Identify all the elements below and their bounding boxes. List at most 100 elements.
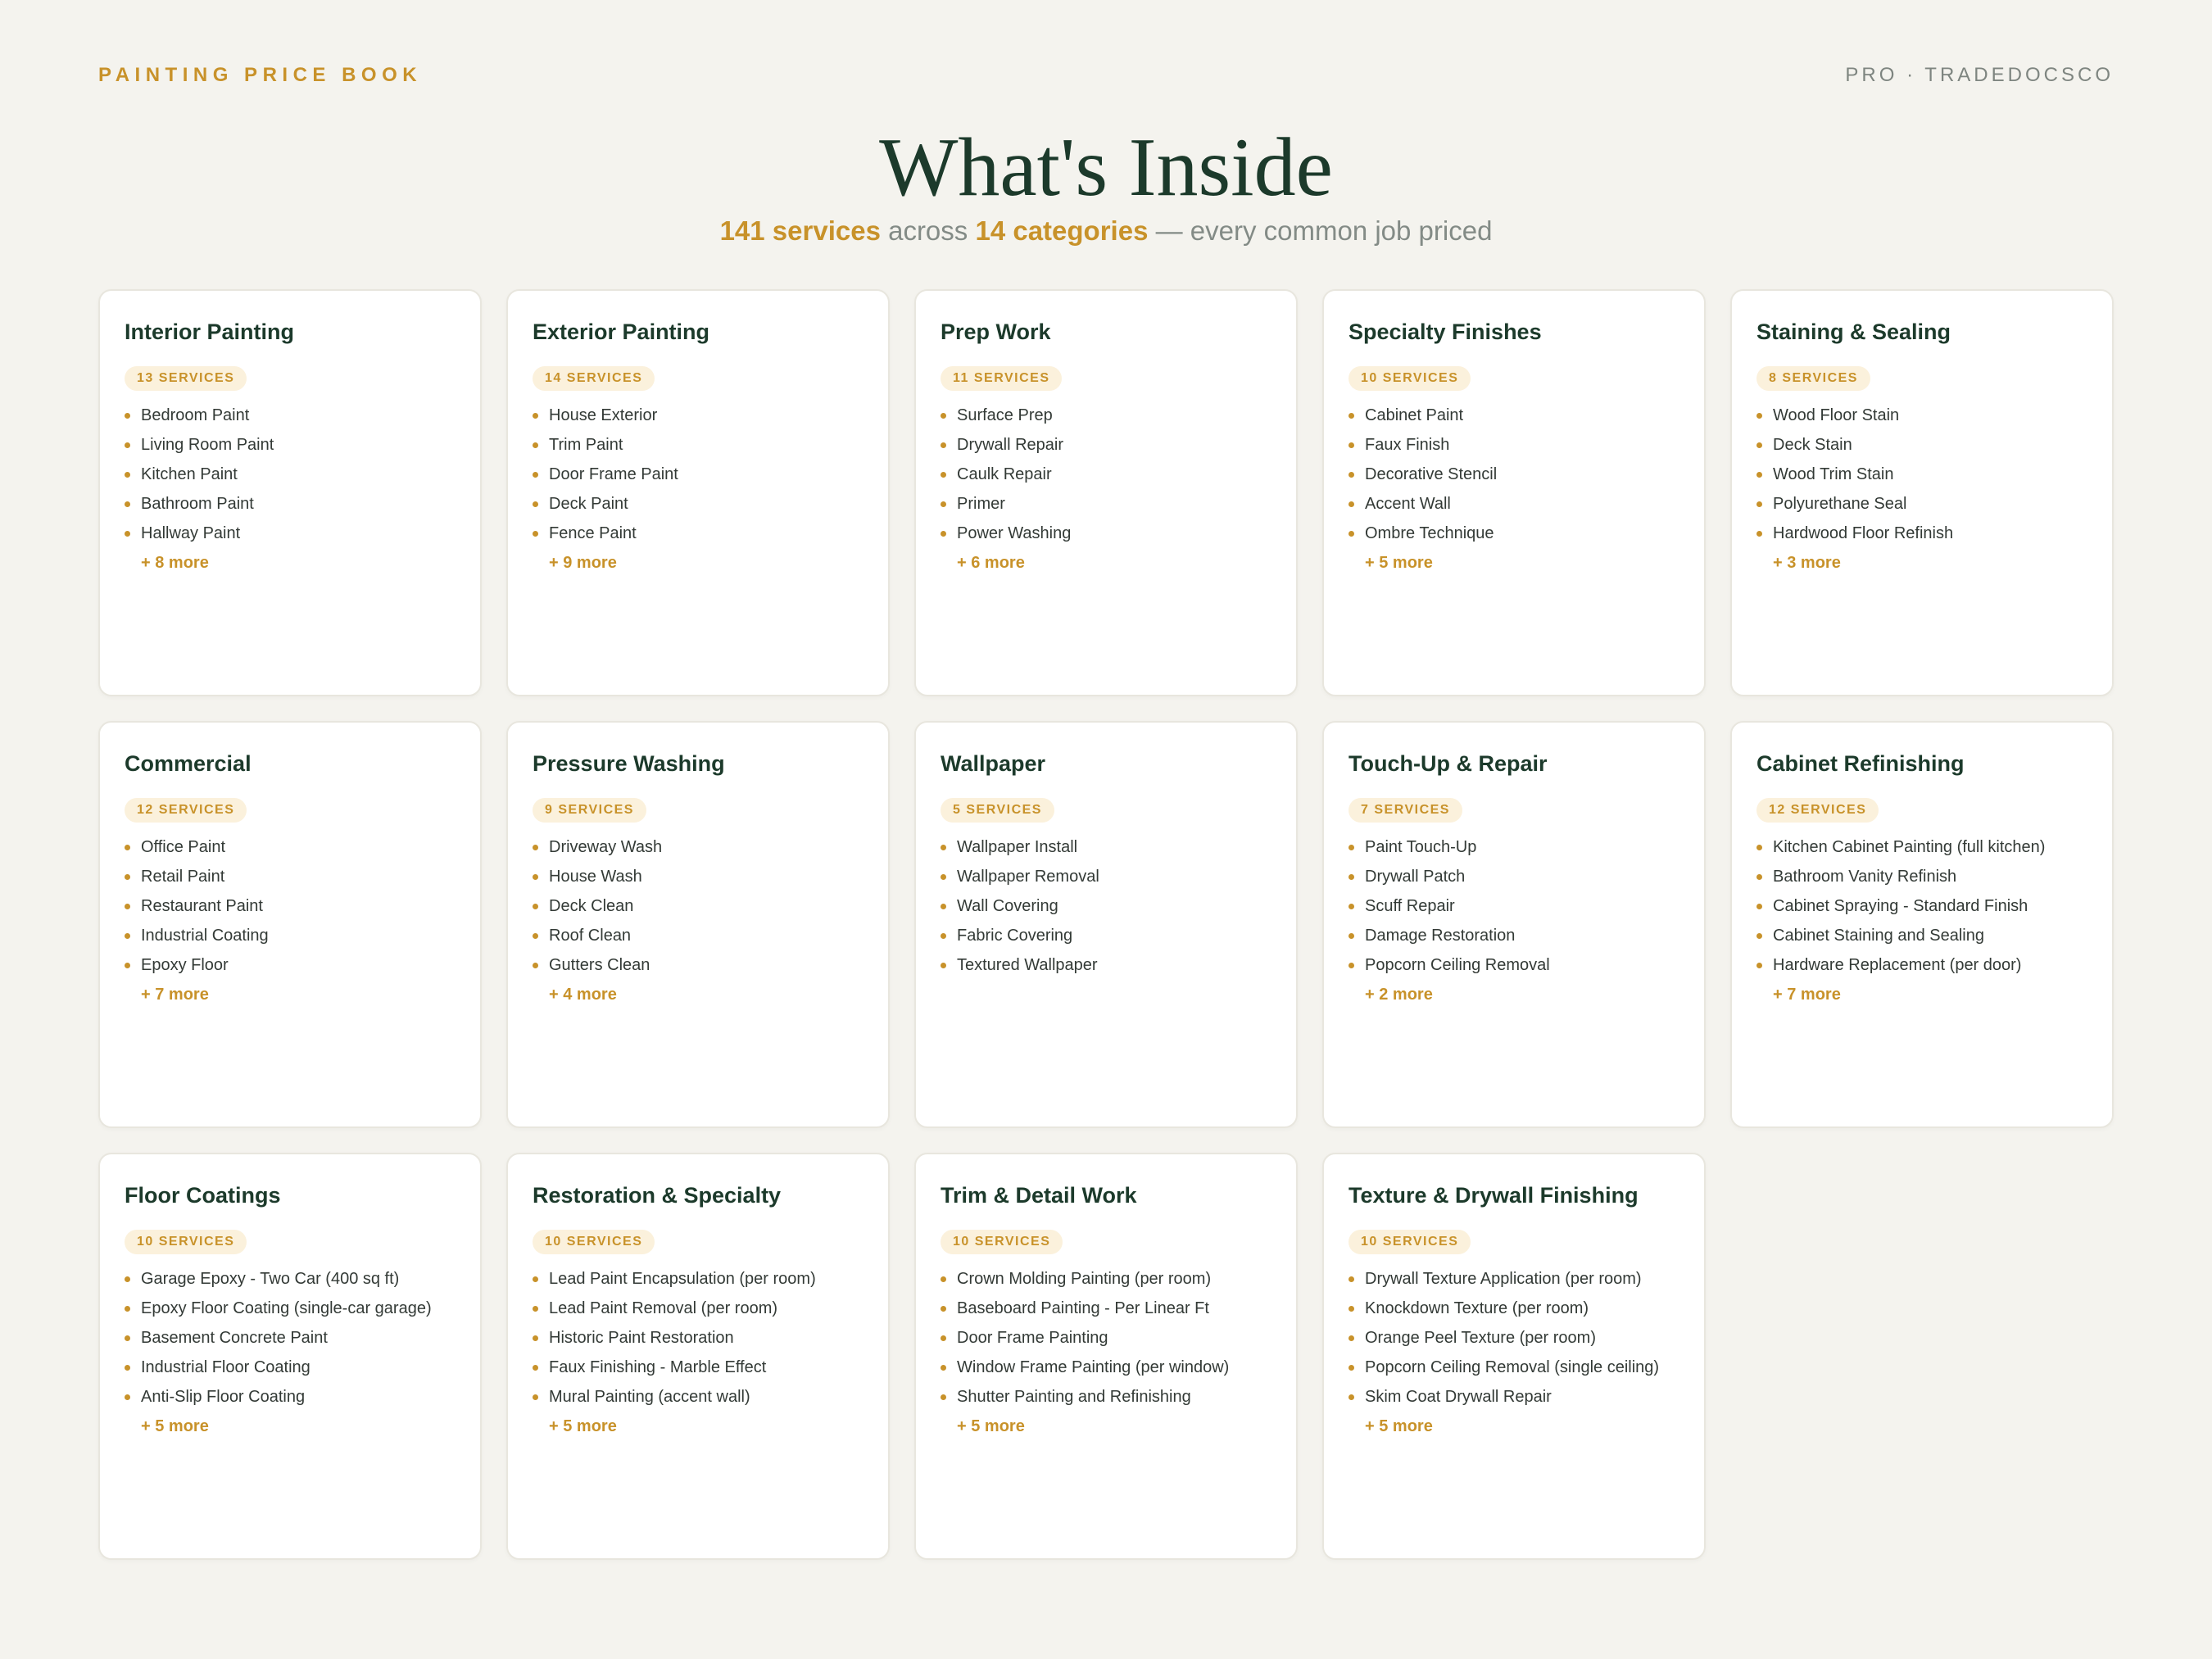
more-services-link: + 3 more (1773, 554, 1841, 572)
service-item: Industrial Floor Coating (125, 1353, 456, 1382)
service-item: Bedroom Paint (125, 401, 456, 430)
more-services-link: + 5 more (957, 1417, 1025, 1435)
category-card: Texture & Drywall Finishing 10 SERVICES Dr… (1322, 1153, 1706, 1560)
category-card: Commercial 12 SERVICES Office Paint Retail … (98, 721, 482, 1128)
more-services-link: + 5 more (549, 1417, 617, 1435)
more-services-link: + 5 more (141, 1417, 209, 1435)
page-title: What's Inside (879, 121, 1333, 214)
services-count-badge: 10 SERVICES (941, 1230, 1063, 1254)
service-item: Deck Clean (533, 891, 863, 921)
service-item: Wallpaper Install (941, 832, 1271, 862)
service-item: Decorative Stencil (1349, 460, 1679, 489)
service-item: Basement Concrete Paint (125, 1323, 456, 1353)
more-services-link: + 2 more (1365, 986, 1433, 1004)
service-item: Epoxy Floor Coating (single-car garage) (125, 1294, 456, 1323)
service-item: Office Paint (125, 832, 456, 862)
category-card: Touch-Up & Repair 7 SERVICES Paint Touch-U… (1322, 721, 1706, 1128)
service-item: Caulk Repair (941, 460, 1271, 489)
service-item: Trim Paint (533, 430, 863, 460)
service-item: Door Frame Paint (533, 460, 863, 489)
services-count-badge: 12 SERVICES (125, 798, 247, 823)
service-item: Restaurant Paint (125, 891, 456, 921)
brand-label: PRO · TRADEDOCSCO (1845, 64, 2114, 86)
more-services-link: + 8 more (141, 554, 209, 572)
category-card: Pressure Washing 9 SERVICES Driveway Wash H… (506, 721, 890, 1128)
service-item: Orange Peel Texture (per room) (1349, 1323, 1679, 1353)
service-item: Crown Molding Painting (per room) (941, 1264, 1271, 1294)
category-card: Specialty Finishes 10 SERVICES Cabinet Pai… (1322, 289, 1706, 696)
category-card: Floor Coatings 10 SERVICES Garage Epoxy - … (98, 1153, 482, 1560)
service-item: Cabinet Staining and Sealing (1756, 921, 2087, 950)
service-item: Hardwood Floor Refinish (1756, 519, 2087, 548)
category-card: Staining & Sealing 8 SERVICES Wood Floor S… (1730, 289, 2114, 696)
service-item: Drywall Patch (1349, 862, 1679, 891)
more-services-link: + 5 more (1365, 1417, 1433, 1435)
category-title: Staining & Sealing (1756, 320, 1951, 344)
service-item: Hallway Paint (125, 519, 456, 548)
category-title: Specialty Finishes (1349, 320, 1542, 344)
more-services-link: + 6 more (957, 554, 1025, 572)
service-item: Surface Prep (941, 401, 1271, 430)
service-item: Popcorn Ceiling Removal (1349, 950, 1679, 980)
service-item: Lead Paint Encapsulation (per room) (533, 1264, 863, 1294)
service-item: Door Frame Painting (941, 1323, 1271, 1353)
service-list: Kitchen Cabinet Painting (full kitchen) B… (1756, 832, 2087, 980)
service-item: Kitchen Cabinet Painting (full kitchen) (1756, 832, 2087, 862)
category-title: Prep Work (941, 320, 1051, 344)
category-card: Cabinet Refinishing 12 SERVICES Kitchen Ca… (1730, 721, 2114, 1128)
book-label: PAINTING PRICE BOOK (98, 64, 423, 86)
category-title: Restoration & Specialty (533, 1183, 782, 1208)
service-item: Living Room Paint (125, 430, 456, 460)
service-item: Fence Paint (533, 519, 863, 548)
category-title: Texture & Drywall Finishing (1349, 1183, 1639, 1208)
service-item: Power Washing (941, 519, 1271, 548)
service-item: Gutters Clean (533, 950, 863, 980)
subtitle-rest: — every common job priced (1148, 215, 1493, 246)
service-item: House Exterior (533, 401, 863, 430)
service-item: Industrial Coating (125, 921, 456, 950)
services-count-badge: 11 SERVICES (941, 366, 1063, 391)
category-title: Trim & Detail Work (941, 1183, 1137, 1208)
service-list: Lead Paint Encapsulation (per room) Lead … (533, 1264, 863, 1412)
service-item: Damage Restoration (1349, 921, 1679, 950)
service-item: Polyurethane Seal (1756, 489, 2087, 519)
category-card: Interior Painting 13 SERVICES Bedroom Pain… (98, 289, 482, 696)
service-item: Accent Wall (1349, 489, 1679, 519)
services-count-badge: 10 SERVICES (1349, 1230, 1471, 1254)
more-services-link: + 7 more (141, 986, 209, 1004)
service-item: Paint Touch-Up (1349, 832, 1679, 862)
service-item: Scuff Repair (1349, 891, 1679, 921)
service-item: Kitchen Paint (125, 460, 456, 489)
service-item: Faux Finish (1349, 430, 1679, 460)
services-count-badge: 7 SERVICES (1349, 798, 1462, 823)
service-item: Epoxy Floor (125, 950, 456, 980)
service-item: Fabric Covering (941, 921, 1271, 950)
service-item: Hardware Replacement (per door) (1756, 950, 2087, 980)
service-item: Baseboard Painting - Per Linear Ft (941, 1294, 1271, 1323)
service-item: Deck Stain (1756, 430, 2087, 460)
service-item: Wood Floor Stain (1756, 401, 2087, 430)
service-list: Surface Prep Drywall Repair Caulk Repair Pr… (941, 401, 1271, 548)
service-item: Popcorn Ceiling Removal (single ceiling) (1349, 1353, 1679, 1382)
service-list: Garage Epoxy - Two Car (400 sq ft) Epoxy … (125, 1264, 456, 1412)
category-grid: Interior Painting 13 SERVICES Bedroom Pain… (98, 289, 2114, 1560)
service-list: Bedroom Paint Living Room Paint Kitchen Pa… (125, 401, 456, 548)
category-card: Wallpaper 5 SERVICES Wallpaper Install Wall… (914, 721, 1298, 1128)
service-item: Bathroom Paint (125, 489, 456, 519)
service-item: Faux Finishing - Marble Effect (533, 1353, 863, 1382)
services-count-badge: 10 SERVICES (125, 1230, 247, 1254)
more-services-link: + 9 more (549, 554, 617, 572)
service-item: Wood Trim Stain (1756, 460, 2087, 489)
category-card: Trim & Detail Work 10 SERVICES Crown Moldi… (914, 1153, 1298, 1560)
services-count: 141 services (719, 215, 881, 246)
service-list: Office Paint Retail Paint Restaurant Paint… (125, 832, 456, 980)
service-item: Skim Coat Drywall Repair (1349, 1382, 1679, 1412)
service-list: Wallpaper Install Wallpaper Removal Wall C… (941, 832, 1271, 980)
service-item: Primer (941, 489, 1271, 519)
service-list: Cabinet Paint Faux Finish Decorative Stenc… (1349, 401, 1679, 548)
services-count-badge: 13 SERVICES (125, 366, 247, 391)
services-count-badge: 5 SERVICES (941, 798, 1054, 823)
service-list: Wood Floor Stain Deck Stain Wood Trim Stai… (1756, 401, 2087, 548)
category-card: Prep Work 11 SERVICES Surface Prep Drywall … (914, 289, 1298, 696)
service-item: Drywall Texture Application (per room) (1349, 1264, 1679, 1294)
